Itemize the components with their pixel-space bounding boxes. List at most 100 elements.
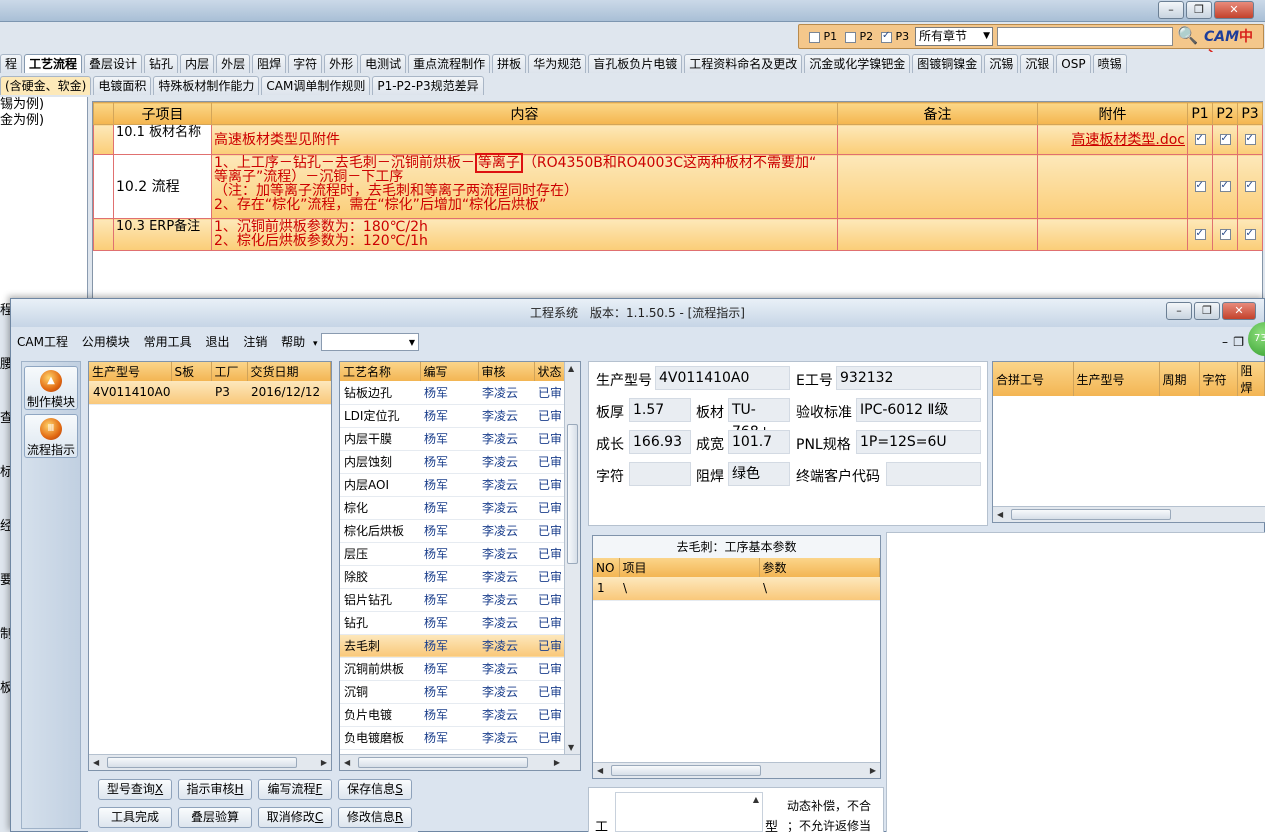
tab-4[interactable]: 内层 <box>180 54 215 73</box>
subtab-0[interactable]: (含硬金、软金) <box>0 76 92 95</box>
col-sub[interactable]: 子项目 <box>113 102 212 125</box>
menu-more-icon[interactable]: ▾ <box>313 339 318 349</box>
tab-2[interactable]: 叠层设计 <box>84 54 143 73</box>
column-header[interactable]: 生产型号 <box>89 362 172 381</box>
p1-cell[interactable] <box>1187 124 1213 155</box>
thick-field[interactable]: 1.57 <box>629 398 691 422</box>
table-row[interactable]: 1 \ \ <box>593 577 880 601</box>
mat-field[interactable]: TU-768+ <box>728 398 790 440</box>
column-header[interactable]: 工厂 <box>211 362 248 381</box>
wid-field[interactable]: 101.7 <box>728 430 790 454</box>
table-row[interactable]: 内层AOI 杨军 李凌云 已审 <box>340 473 580 497</box>
p1-cell[interactable] <box>1187 218 1213 251</box>
minimize-icon[interactable]: – <box>1158 1 1184 19</box>
len-field[interactable]: 166.93 <box>629 430 691 454</box>
table-row[interactable]: 除胶 杨军 李凌云 已审 <box>340 565 580 589</box>
tab-15[interactable]: 沉金或化学镍钯金 <box>804 54 911 73</box>
col-content[interactable]: 内容 <box>211 102 838 125</box>
menu-help[interactable]: 帮助 <box>281 335 305 349</box>
menu-tools[interactable]: 常用工具 <box>144 335 192 349</box>
column-header[interactable]: 周期 <box>1159 362 1200 396</box>
p1-check[interactable] <box>809 31 820 43</box>
p3-checkbox[interactable] <box>1244 179 1256 193</box>
column-header[interactable]: 工艺名称 <box>340 362 421 381</box>
column-header[interactable]: 审核 <box>478 362 535 381</box>
table-row[interactable]: 钻板边孔 杨军 李凌云 已审 <box>340 381 580 405</box>
std-field[interactable]: IPC-6012 Ⅱ级 <box>856 398 981 422</box>
close-icon[interactable]: ✕ <box>1214 1 1254 19</box>
maximize-icon[interactable]: ❐ <box>1194 302 1220 320</box>
column-header[interactable]: 生产型号 <box>1073 362 1160 396</box>
button-5[interactable]: 叠层验算 <box>178 807 252 828</box>
column-header[interactable]: 参数 <box>759 558 880 577</box>
table-row[interactable]: 棕化后烘板 杨军 李凌云 已审 <box>340 519 580 543</box>
table-row[interactable]: 去毛刺 杨军 李凌云 已审 <box>340 634 580 658</box>
table-row[interactable]: 铝片钻孔 杨军 李凌云 已审 <box>340 588 580 612</box>
subtab-3[interactable]: CAM调单制作规则 <box>261 76 371 95</box>
col-p2[interactable]: P2 <box>1212 102 1238 125</box>
menu-exit[interactable]: 退出 <box>205 335 229 349</box>
button-4[interactable]: 工具完成 <box>98 807 172 828</box>
column-header[interactable]: 编写 <box>420 362 479 381</box>
p2-checkbox[interactable]: P2 <box>845 30 873 43</box>
tab-18[interactable]: 沉银 <box>1020 54 1055 73</box>
tab-19[interactable]: OSP <box>1056 54 1091 73</box>
tree-item[interactable]: 金为例) <box>0 113 87 129</box>
button-7[interactable]: 修改信息R <box>338 807 412 828</box>
attachment-link[interactable]: 高速板材类型.doc <box>1037 124 1188 155</box>
e-field[interactable]: 932132 <box>836 366 981 390</box>
tab-14[interactable]: 工程资料命名及更改 <box>684 54 803 73</box>
char-field[interactable] <box>629 462 691 486</box>
p2-cell[interactable] <box>1212 218 1238 251</box>
table-row[interactable]: 负片电镀 杨军 李凌云 已审 <box>340 703 580 727</box>
menu-cam[interactable]: CAM工程 <box>17 335 68 349</box>
tab-16[interactable]: 图镀铜镍金 <box>912 54 983 73</box>
table-row[interactable]: 负电镀磨板 杨军 李凌云 已审 <box>340 726 580 750</box>
column-header[interactable]: S板 <box>171 362 212 381</box>
button-6[interactable]: 取消修改C <box>258 807 332 828</box>
tab-10[interactable]: 重点流程制作 <box>408 54 491 73</box>
minimize-icon[interactable]: – <box>1166 302 1192 320</box>
p2-checkbox[interactable] <box>1219 179 1231 193</box>
mdi-minimize-icon[interactable]: – <box>1222 331 1228 353</box>
p3-cell[interactable] <box>1237 154 1263 219</box>
pnl-field[interactable]: 1P=12S=6U <box>856 430 981 454</box>
table-row[interactable]: 内层蚀刻 杨军 李凌云 已审 <box>340 450 580 474</box>
table-row[interactable]: 内层干膜 杨军 李凌云 已审 <box>340 427 580 451</box>
cust-field[interactable] <box>886 462 981 486</box>
tree-item[interactable]: 锡为例) <box>0 97 87 113</box>
table-row[interactable]: 棕化 杨军 李凌云 已审 <box>340 496 580 520</box>
chapter-select[interactable]: 所有章节 ▼ <box>915 27 993 46</box>
tab-7[interactable]: 字符 <box>288 54 323 73</box>
tab-1[interactable]: 工艺流程 <box>24 54 83 73</box>
nav-make-module[interactable]: ▲ 制作模块 <box>24 366 78 410</box>
table-row[interactable]: LDI定位孔 杨军 李凌云 已审 <box>340 404 580 428</box>
p3-checkbox[interactable] <box>1244 132 1256 146</box>
tab-20[interactable]: 喷锡 <box>1092 54 1127 73</box>
table-row[interactable]: 4V011410A0 P3 2016/12/12 <box>89 381 331 405</box>
params-hscroll[interactable]: ◀ ▶ <box>593 762 880 778</box>
table-row[interactable]: 10.2 流程 1、上工序－钻孔－去毛刺－沉铜前烘板－ 等离子 （RO4350B和R… <box>93 153 1263 219</box>
tab-3[interactable]: 钻孔 <box>144 54 179 73</box>
p1-cell[interactable] <box>1187 154 1213 219</box>
tab-13[interactable]: 盲孔板负片电镀 <box>588 54 683 73</box>
column-header[interactable]: NO <box>593 558 620 577</box>
table-row[interactable]: 沉铜 杨军 李凌云 已审 <box>340 680 580 704</box>
process-vscroll[interactable]: ▲ ▼ <box>564 362 580 754</box>
p3-checkbox[interactable]: P3 <box>881 30 909 43</box>
p3-cell[interactable] <box>1237 218 1263 251</box>
tab-17[interactable]: 沉锡 <box>984 54 1019 73</box>
p2-cell[interactable] <box>1212 124 1238 155</box>
column-header[interactable]: 交货日期 <box>247 362 331 381</box>
p2-cell[interactable] <box>1212 154 1238 219</box>
table-row[interactable]: 钻孔 杨军 李凌云 已审 <box>340 611 580 635</box>
p1-checkbox[interactable]: P1 <box>809 30 837 43</box>
button-3[interactable]: 保存信息S <box>338 779 412 800</box>
tab-6[interactable]: 阻焊 <box>252 54 287 73</box>
subtab-1[interactable]: 电镀面积 <box>93 76 152 95</box>
p3-check[interactable] <box>881 30 892 43</box>
col-attach[interactable]: 附件 <box>1037 102 1188 125</box>
tab-9[interactable]: 电测试 <box>360 54 407 73</box>
col-p3[interactable]: P3 <box>1237 102 1263 125</box>
table-row[interactable]: 沉铜前烘板 杨军 李凌云 已审 <box>340 657 580 681</box>
